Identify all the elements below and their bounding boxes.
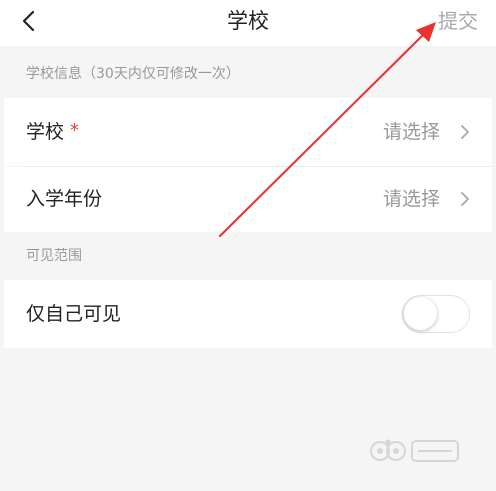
watermark-logo bbox=[370, 439, 459, 462]
school-edit-screen: 学校 提交 学校信息（30天内仅可修改一次） 学校 * 请选择 入学年份 请选择 … bbox=[0, 0, 496, 491]
school-label: 学校 * bbox=[26, 120, 80, 143]
chevron-right-icon bbox=[461, 192, 469, 206]
school-value: 请选择 bbox=[382, 121, 440, 143]
school-row[interactable]: 学校 * 请选择 bbox=[4, 98, 492, 166]
submit-button[interactable]: 提交 bbox=[438, 6, 478, 36]
required-mark: * bbox=[70, 120, 80, 141]
only-me-visible-label: 仅自己可见 bbox=[26, 303, 122, 325]
toggle-knob bbox=[404, 297, 437, 330]
enrollment-year-row[interactable]: 入学年份 请选择 bbox=[4, 167, 492, 232]
section-label-visibility: 可见范围 bbox=[0, 232, 496, 280]
page-title: 学校 bbox=[227, 9, 269, 33]
only-me-visible-toggle[interactable] bbox=[402, 295, 470, 333]
top-bar: 学校 提交 bbox=[0, 0, 496, 46]
enrollment-year-value: 请选择 bbox=[382, 188, 440, 210]
section-label-school-info: 学校信息（30天内仅可修改一次） bbox=[0, 50, 496, 98]
enrollment-year-label: 入学年份 bbox=[26, 188, 103, 210]
chevron-right-icon bbox=[461, 125, 469, 139]
only-me-visible-row: 仅自己可见 bbox=[4, 280, 492, 348]
